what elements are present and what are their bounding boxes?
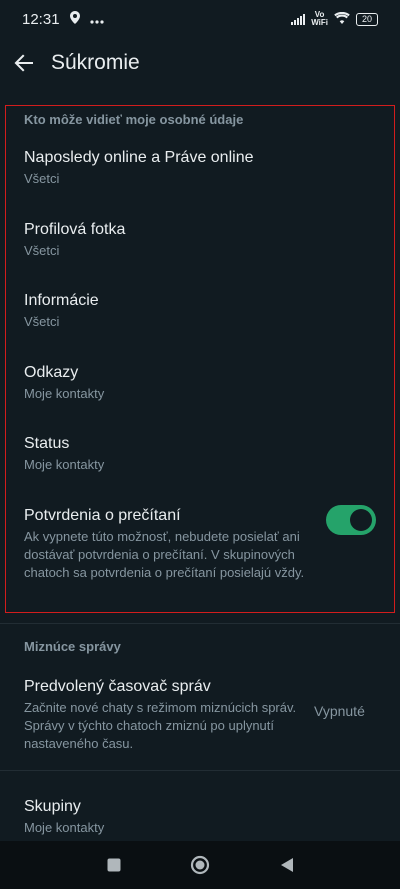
app-bar: Súkromie xyxy=(0,38,400,88)
wifi-icon xyxy=(334,11,350,28)
arrow-back-icon xyxy=(14,54,33,72)
signal-icon xyxy=(291,13,306,25)
setting-value: Moje kontakty xyxy=(24,820,105,835)
setting-description: Ak vypnete túto možnosť, nebudete posiel… xyxy=(24,529,305,580)
section-divider xyxy=(0,623,400,624)
setting-title: Informácie xyxy=(24,292,99,309)
setting-about[interactable]: Informácie Všetci xyxy=(24,291,384,331)
setting-title: Profilová fotka xyxy=(24,221,126,238)
circle-icon xyxy=(190,855,210,875)
setting-value: Moje kontakty xyxy=(24,386,105,401)
setting-last-seen[interactable]: Naposledy online a Práve online Všetci xyxy=(24,148,384,188)
timer-value: Vypnuté xyxy=(314,703,365,719)
setting-title: Odkazy xyxy=(24,364,79,381)
setting-title: Status xyxy=(24,435,70,452)
section-divider xyxy=(0,770,400,771)
setting-description: Začnite nové chaty s režimom miznúcich s… xyxy=(24,700,297,751)
back-nav-button[interactable] xyxy=(277,855,297,875)
section-header-disappearing: Miznúce správy xyxy=(24,639,121,654)
square-icon xyxy=(107,858,121,872)
setting-title: Predvolený časovač správ xyxy=(24,678,211,695)
toggle-knob xyxy=(350,509,372,531)
home-button[interactable] xyxy=(190,855,210,875)
battery-indicator: 20 xyxy=(356,12,378,26)
section-header-personal: Kto môže vidieť moje osobné údaje xyxy=(24,112,244,127)
setting-value: Všetci xyxy=(24,243,60,258)
back-button[interactable] xyxy=(0,39,48,87)
setting-value: Moje kontakty xyxy=(24,457,105,472)
setting-value: Všetci xyxy=(24,171,60,186)
vowifi-indicator: Vo WiFi xyxy=(311,10,328,27)
setting-links[interactable]: Odkazy Moje kontakty xyxy=(24,363,384,403)
triangle-back-icon xyxy=(281,858,293,872)
setting-title: Skupiny xyxy=(24,798,81,815)
read-receipts-toggle[interactable] xyxy=(326,505,376,535)
setting-status[interactable]: Status Moje kontakty xyxy=(24,434,384,474)
location-icon xyxy=(69,10,80,28)
page-title: Súkromie xyxy=(51,51,140,74)
status-time: 12:31 xyxy=(22,10,60,28)
setting-groups[interactable]: Skupiny Moje kontakty xyxy=(24,797,384,837)
setting-profile-photo[interactable]: Profilová fotka Všetci xyxy=(24,220,384,260)
status-bar: 12:31 Vo WiFi 20 xyxy=(0,0,400,38)
more-notifications-icon xyxy=(89,11,104,28)
recents-button[interactable] xyxy=(104,855,124,875)
system-nav-bar xyxy=(0,841,400,889)
setting-title: Naposledy online a Práve online xyxy=(24,149,254,166)
setting-value: Všetci xyxy=(24,314,60,329)
